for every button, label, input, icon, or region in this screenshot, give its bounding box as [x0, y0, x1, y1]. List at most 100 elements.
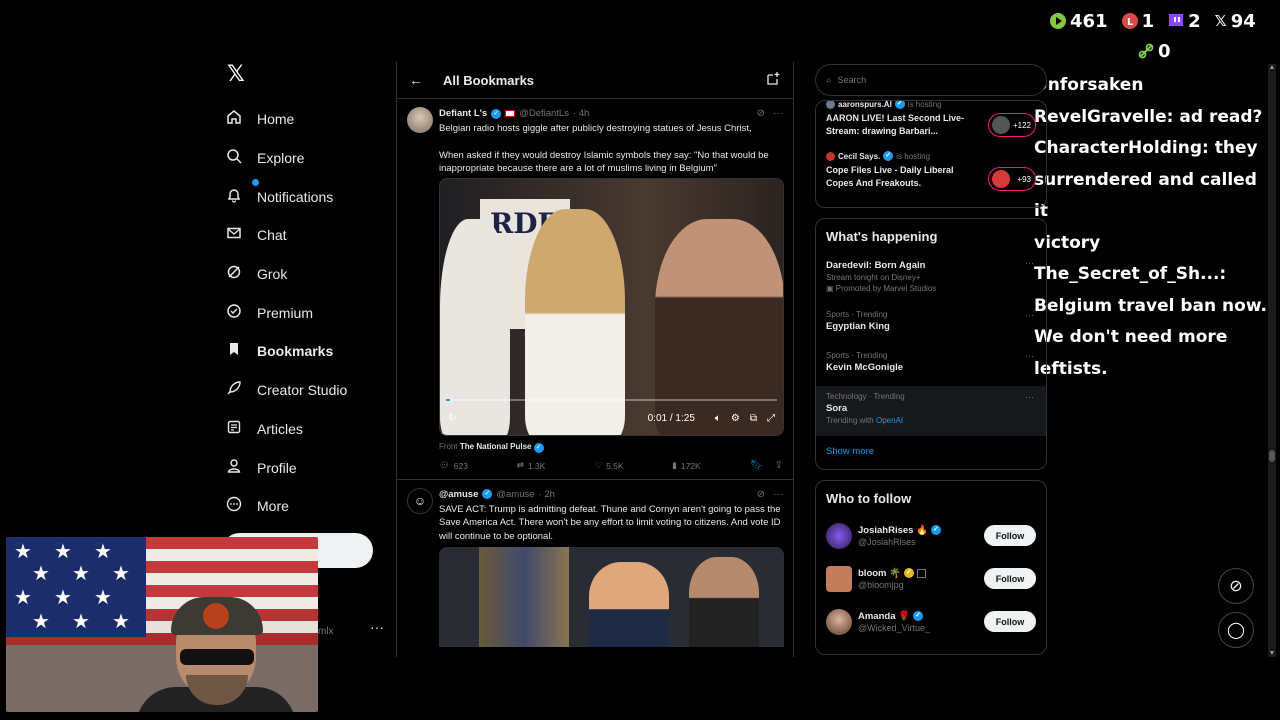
- live-broadcast[interactable]: Cecil Says. ✓ is hosting Cope Files Live…: [826, 151, 978, 189]
- repost-button[interactable]: ⇄ 1.3K: [517, 460, 595, 471]
- nav-home[interactable]: Home: [222, 100, 392, 139]
- reply-count: 623: [453, 460, 468, 471]
- tweet-time[interactable]: · 4h: [573, 108, 589, 119]
- volume-icon[interactable]: 🔈︎: [715, 413, 721, 424]
- grok-icon[interactable]: ⊘: [757, 108, 765, 119]
- verified-badge-icon: ✓: [883, 151, 894, 161]
- nav-grok[interactable]: Grok: [222, 255, 392, 294]
- share-icon[interactable]: ⇪: [775, 460, 783, 471]
- repost-icon: ⇄: [516, 460, 524, 470]
- nav-articles[interactable]: Articles: [222, 410, 392, 449]
- tweet-image[interactable]: [439, 547, 784, 647]
- trend-item[interactable]: Daredevil: Born Again Stream tonight on …: [816, 252, 1046, 304]
- more-icon[interactable]: ···: [1025, 258, 1034, 268]
- scroll-up-arrow-icon[interactable]: ▲: [1268, 64, 1276, 71]
- scroll-thumb[interactable]: [1269, 450, 1275, 462]
- trend-link[interactable]: OpenAI: [876, 416, 903, 425]
- avatar[interactable]: [407, 107, 433, 133]
- scroll-down-arrow-icon[interactable]: ▼: [1268, 650, 1276, 657]
- tweet-time[interactable]: · 2h: [539, 489, 555, 500]
- live-broadcast[interactable]: aaronspurs.Al ✓ is hosting AARON LIVE! L…: [826, 101, 978, 137]
- trend-item[interactable]: Technology · Trending Sora Trending with…: [816, 386, 1046, 436]
- fullscreen-icon[interactable]: ⤢: [767, 413, 775, 424]
- flag-emoji-icon: [505, 110, 516, 117]
- more-icon[interactable]: ···: [1025, 392, 1034, 402]
- trend-item[interactable]: Sports · Trending Egyptian King ···: [816, 304, 1046, 345]
- replay-icon[interactable]: ↻: [448, 413, 456, 424]
- trend-meta: Technology · Trending: [826, 392, 905, 401]
- settings-icon[interactable]: ⚙: [731, 413, 740, 424]
- nav-label: Notifications: [257, 188, 334, 205]
- follow-name: JosiahRises 🔥: [858, 524, 928, 536]
- link-stat: 0: [1138, 41, 1171, 62]
- nav-explore[interactable]: Explore: [222, 139, 392, 178]
- avatar[interactable]: ☺: [407, 487, 433, 514]
- live-listeners-badge[interactable]: +122: [988, 113, 1036, 137]
- back-arrow-icon[interactable]: ←: [409, 72, 423, 88]
- bookmark-icon[interactable]: 🔖︎: [750, 460, 763, 471]
- nav-chat[interactable]: Chat: [222, 216, 392, 255]
- avatar[interactable]: [826, 522, 852, 549]
- follow-suggestion[interactable]: bloom 🌴 ✓ @bloomjpg Follow: [816, 557, 1046, 600]
- tweet[interactable]: ☺ @amuse ✓ @amuse · 2h ⊘ ··· SAVE ACT: T…: [397, 480, 793, 647]
- tweet-paragraph: Belgian radio hosts giggle after publicl…: [439, 123, 752, 134]
- more-icon[interactable]: ···: [773, 108, 783, 119]
- nav-creator-studio[interactable]: Creator Studio: [222, 371, 392, 410]
- nav-label: Chat: [257, 227, 287, 244]
- nav-bookmarks[interactable]: Bookmarks: [222, 332, 392, 371]
- nav-label: Home: [257, 111, 295, 128]
- follow-suggestion[interactable]: Amanda 🌹 ✓ @Wicked_Virtue_ Follow: [816, 600, 1046, 643]
- follow-name-row: Amanda 🌹 ✓: [858, 611, 984, 622]
- search-input[interactable]: ⌕ Search: [815, 64, 1047, 96]
- views-button[interactable]: ▮ 172K: [672, 460, 750, 471]
- new-folder-icon[interactable]: [765, 71, 781, 90]
- nav-premium[interactable]: Premium: [222, 293, 392, 332]
- like-button[interactable]: ♡ 5.5K: [594, 460, 672, 471]
- video-person-right: [655, 218, 783, 435]
- follow-button[interactable]: Follow: [984, 611, 1036, 632]
- live-listeners-badge[interactable]: +93: [988, 167, 1036, 191]
- avatar[interactable]: [826, 608, 852, 635]
- stream-chat: Unforsaken RevelGravelle: ad read? Chara…: [1034, 70, 1274, 385]
- grok-floating-button[interactable]: ⊘: [1218, 568, 1254, 604]
- follow-button[interactable]: Follow: [984, 525, 1036, 546]
- grok-icon: [222, 264, 246, 284]
- nav-more[interactable]: More: [222, 487, 392, 526]
- x-logo[interactable]: 𝕏: [222, 62, 392, 100]
- tweet-author-name[interactable]: @amuse: [439, 489, 478, 500]
- notification-dot: [252, 178, 259, 186]
- grok-icon: ⊘: [1229, 578, 1243, 595]
- follow-info: bloom 🌴 ✓ @bloomjpg: [858, 568, 984, 590]
- bell-icon: [222, 178, 259, 207]
- more-icon[interactable]: ···: [1025, 351, 1034, 361]
- follow-suggestion[interactable]: JosiahRises 🔥 ✓ @JosiahRises Follow: [816, 514, 1046, 557]
- more-icon[interactable]: ···: [773, 489, 783, 500]
- rocket-icon: [222, 380, 246, 400]
- messages-floating-button[interactable]: ◯: [1218, 612, 1254, 648]
- grok-icon[interactable]: ⊘: [757, 489, 765, 500]
- nav-profile[interactable]: Profile: [222, 448, 392, 487]
- link-count: 0: [1158, 40, 1171, 62]
- trend-item[interactable]: Sports · Trending Kevin McGonigle ···: [816, 345, 1046, 386]
- tweet-video[interactable]: RDE ↻ 0:01 / 1:25 🔈︎ ⚙ ⧉ ⤢: [439, 177, 784, 436]
- more-icon[interactable]: ···: [1025, 310, 1034, 320]
- tweet-author-handle[interactable]: @DefiantLs: [519, 108, 569, 119]
- tweet[interactable]: Defiant L's ✓ @DefiantLs · 4h ⊘ ··· Belg…: [397, 99, 793, 480]
- video-progress-bar[interactable]: [446, 398, 777, 401]
- account-menu-button[interactable]: ···: [370, 619, 384, 635]
- tweet-author-handle[interactable]: @amuse: [496, 489, 534, 500]
- tweet-author-name[interactable]: Defiant L's: [439, 108, 487, 119]
- follow-button[interactable]: Follow: [984, 568, 1036, 589]
- nav-label: Creator Studio: [257, 382, 348, 399]
- nav-notifications[interactable]: Notifications: [222, 177, 392, 216]
- chat-line: The_Secret_of_Sh...:: [1034, 264, 1227, 284]
- page-scrollbar[interactable]: ▲ ▼: [1268, 64, 1276, 657]
- pip-icon[interactable]: ⧉: [750, 413, 757, 424]
- from-source-name[interactable]: The National Pulse: [460, 442, 532, 451]
- reply-button[interactable]: 💬︎ 623: [439, 460, 517, 471]
- avatar[interactable]: [826, 565, 852, 592]
- show-more-link[interactable]: Show more: [816, 436, 1046, 469]
- follow-info: JosiahRises 🔥 ✓ @JosiahRises: [858, 525, 984, 547]
- repost-count: 1.3K: [527, 460, 546, 471]
- follow-info: Amanda 🌹 ✓ @Wicked_Virtue_: [858, 611, 984, 633]
